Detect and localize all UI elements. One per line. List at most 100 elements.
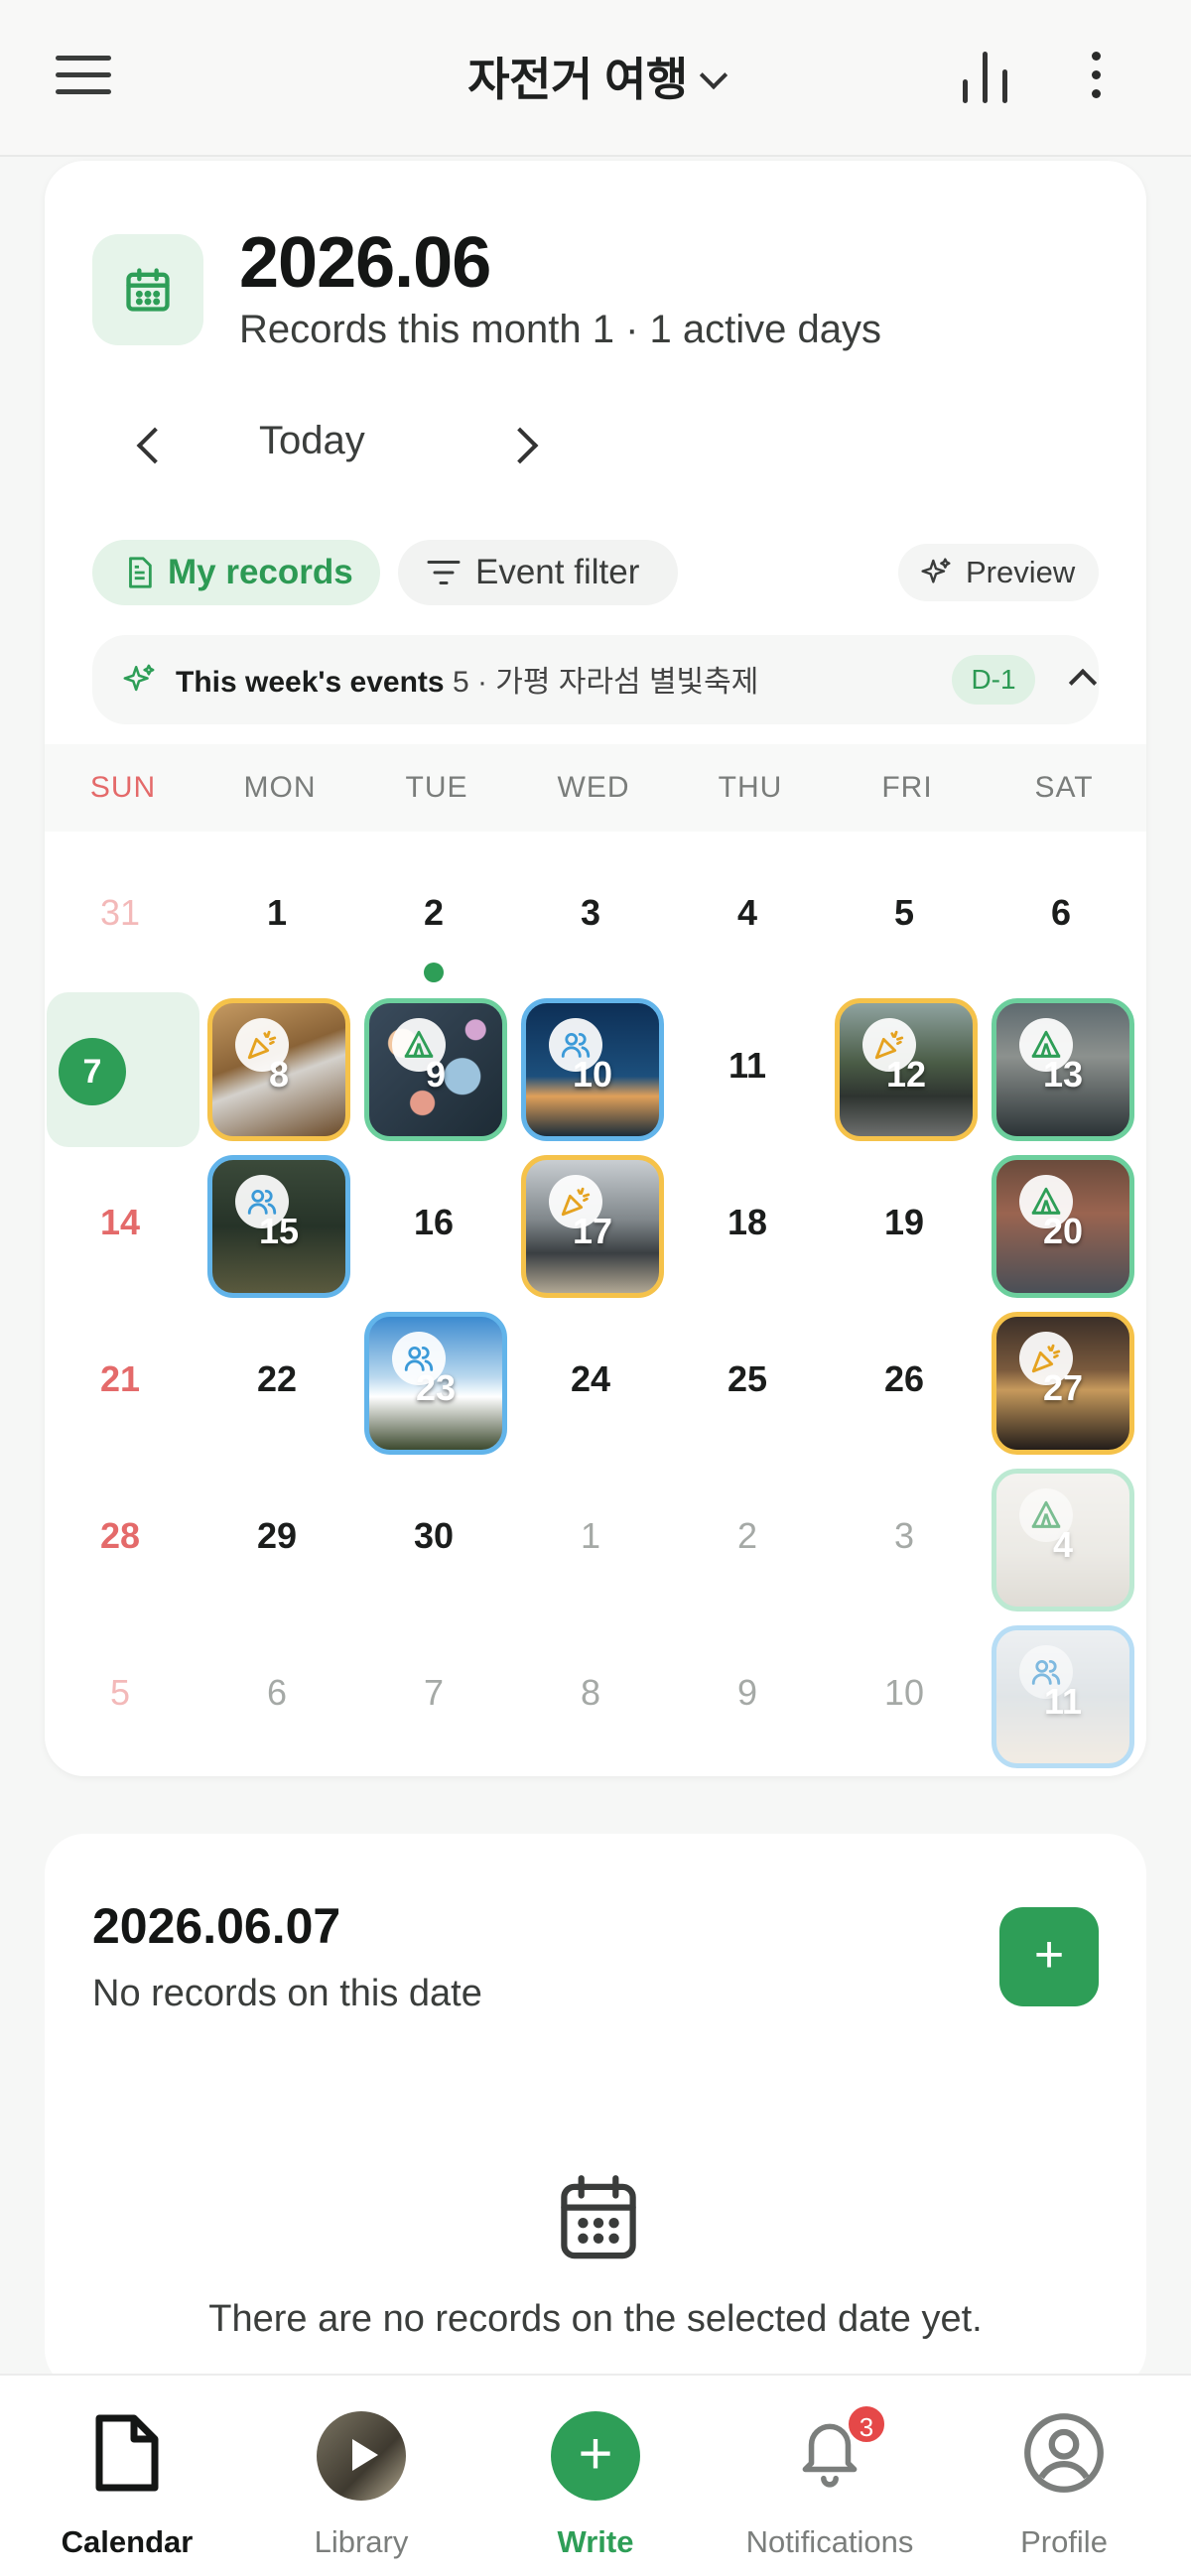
day-cell[interactable]: 21 [49, 1308, 192, 1451]
tab-write-label: Write [557, 2524, 634, 2559]
trip-title: 자전거 여행 [467, 54, 688, 105]
my-records-label: My records [168, 553, 353, 591]
day-cell[interactable]: 3 [519, 841, 662, 984]
chevron-left-icon[interactable] [136, 427, 174, 464]
day-cell[interactable]: 8 [519, 1621, 662, 1764]
calendar-card: 2026.06 Records this month 1 · 1 active … [45, 161, 1146, 1776]
filter-icon [427, 561, 461, 584]
day-cell[interactable]: 10 [833, 1621, 976, 1764]
day-cell[interactable]: 26 [833, 1308, 976, 1451]
chevron-up-icon[interactable] [1068, 668, 1098, 698]
bottom-navigation: Calendar Library + Write 3 Notifications… [0, 2374, 1191, 2576]
month-navigation: Today [124, 419, 541, 488]
day-cell[interactable]: 3 [833, 1465, 976, 1608]
weekday-sun: SUN [89, 771, 157, 804]
today-button[interactable]: Today [259, 419, 365, 463]
day-cell[interactable]: 6 [205, 1621, 348, 1764]
day-cell[interactable]: 18 [676, 1151, 819, 1294]
empty-calendar-icon [561, 2175, 636, 2259]
tab-library[interactable]: Library [252, 2376, 470, 2576]
day-cell-photo[interactable]: 27 [992, 1312, 1134, 1455]
chevron-right-icon[interactable] [501, 427, 539, 464]
day-cell-photo[interactable]: 15 [207, 1155, 350, 1298]
day-cell-photo[interactable]: 12 [835, 998, 978, 1141]
tent-icon [392, 1018, 446, 1072]
day-cell[interactable]: 1 [519, 1465, 662, 1608]
party-popper-icon [235, 1018, 289, 1072]
preview-label: Preview [966, 555, 1076, 589]
calendar-icon [126, 268, 170, 312]
day-cell[interactable]: 14 [49, 1151, 192, 1294]
my-records-toggle[interactable]: My records [92, 540, 380, 605]
tent-icon [1019, 1488, 1073, 1542]
weekday-tue: TUE [405, 771, 468, 804]
library-avatar [317, 2411, 406, 2501]
day-cell[interactable]: 4 [676, 841, 819, 984]
day-cell-selected[interactable]: 7 [47, 992, 199, 1147]
day-cell[interactable]: 2 [676, 1465, 819, 1608]
play-icon [352, 2439, 378, 2471]
day-cell[interactable]: 7 [362, 1621, 505, 1764]
selected-date-status: No records on this date [92, 1973, 482, 2014]
tab-calendar[interactable]: Calendar [18, 2376, 236, 2576]
tab-write[interactable]: + Write [486, 2376, 705, 2576]
bar-chart-icon[interactable] [963, 52, 1008, 103]
weekday-sat: SAT [1034, 771, 1094, 804]
day-cell-photo[interactable]: 4 [992, 1469, 1134, 1611]
date-detail-card: 2026.06.07 No records on this date + The… [45, 1834, 1146, 2389]
weekly-events-text: This week's events 5 · 가평 자라섬 별빛축제 [176, 657, 758, 701]
weekday-thu: THU [718, 771, 783, 804]
day-cell[interactable]: 2 [362, 841, 505, 984]
day-cell[interactable]: 1 [205, 841, 348, 984]
day-cell-photo[interactable]: 10 [521, 998, 664, 1141]
day-cell-photo[interactable]: 8 [207, 998, 350, 1141]
tab-profile[interactable]: Profile [955, 2376, 1173, 2576]
month-summary: Records this month 1 · 1 active days [239, 308, 881, 351]
document-icon [129, 557, 152, 588]
record-dot [424, 963, 444, 982]
empty-state-message: There are no records on the selected dat… [208, 2298, 983, 2340]
tab-library-label: Library [314, 2524, 409, 2559]
add-record-button[interactable]: + [999, 1907, 1099, 2006]
day-cell[interactable]: 16 [362, 1151, 505, 1294]
tab-notifications-label: Notifications [745, 2524, 914, 2559]
day-cell[interactable]: 24 [519, 1308, 662, 1451]
party-popper-icon [549, 1175, 602, 1228]
sparkle-icon [123, 664, 155, 692]
party-popper-icon [862, 1018, 916, 1072]
day-cell[interactable]: 5 [833, 841, 976, 984]
day-cell-photo[interactable]: 17 [521, 1155, 664, 1298]
day-cell[interactable]: 30 [362, 1465, 505, 1608]
group-icon [1019, 1645, 1073, 1699]
weekday-header: SUN MON TUE WED THU FRI SAT [45, 744, 1146, 832]
day-cell[interactable]: 31 [49, 841, 192, 984]
day-cell[interactable]: 29 [205, 1465, 348, 1608]
more-vertical-icon[interactable] [1086, 52, 1106, 103]
preview-button[interactable]: Preview [898, 544, 1099, 601]
day-cell[interactable]: 25 [676, 1308, 819, 1451]
weekday-fri: FRI [881, 771, 933, 804]
weekday-wed: WED [557, 771, 630, 804]
trip-title-dropdown[interactable]: 자전거 여행 [0, 44, 1191, 109]
day-cell-photo[interactable]: 9 [364, 998, 507, 1141]
day-cell[interactable]: 6 [990, 841, 1132, 984]
day-cell[interactable]: 19 [833, 1151, 976, 1294]
group-icon [549, 1018, 602, 1072]
event-filter-button[interactable]: Event filter [398, 540, 678, 605]
day-cell[interactable]: 28 [49, 1465, 192, 1608]
weekly-events-banner[interactable]: This week's events 5 · 가평 자라섬 별빛축제 D-1 [92, 635, 1099, 724]
day-cell[interactable]: 22 [205, 1308, 348, 1451]
tab-notifications[interactable]: 3 Notifications [721, 2376, 939, 2576]
day-cell-photo[interactable]: 13 [992, 998, 1134, 1141]
dday-badge: D-1 [952, 655, 1035, 705]
day-cell-photo[interactable]: 23 [364, 1312, 507, 1455]
day-cell[interactable]: 9 [676, 1621, 819, 1764]
day-cell-photo[interactable]: 20 [992, 1155, 1134, 1298]
calendar-badge [92, 234, 203, 345]
day-cell[interactable]: 5 [49, 1621, 192, 1764]
day-cell-photo[interactable]: 11 [992, 1625, 1134, 1768]
tab-profile-label: Profile [1020, 2524, 1108, 2559]
event-filter-label: Event filter [475, 553, 640, 591]
day-cell[interactable]: 11 [676, 994, 819, 1137]
group-icon [235, 1175, 289, 1228]
